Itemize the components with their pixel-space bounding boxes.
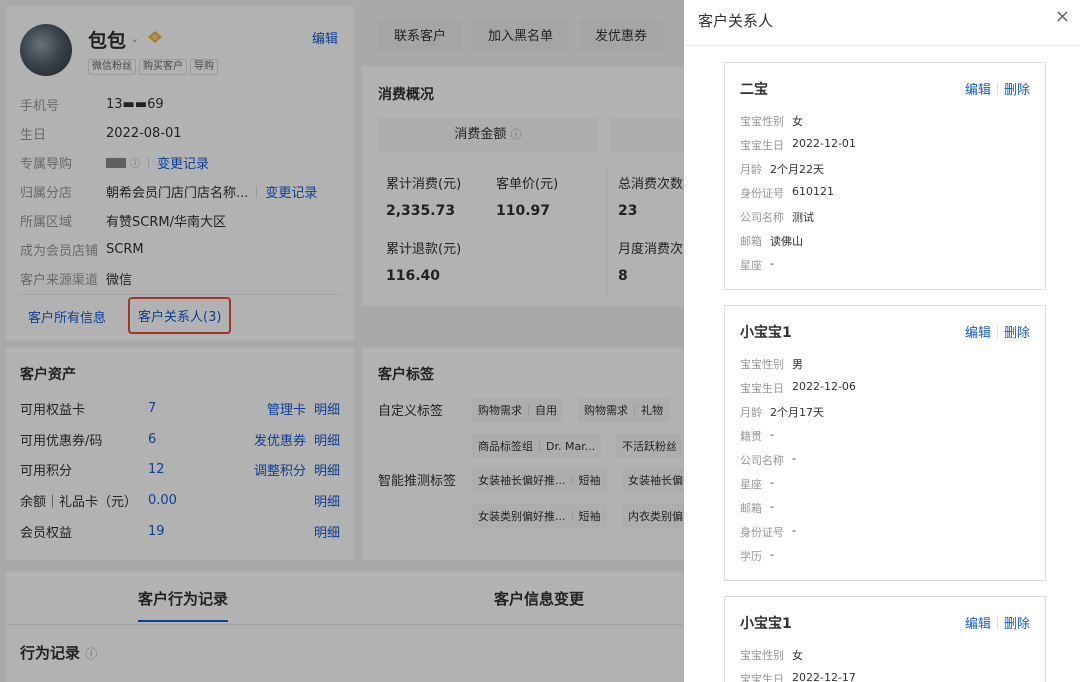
- field-value: 女: [792, 115, 803, 128]
- field-key: 星座: [740, 478, 762, 491]
- contact-field: 学历 -: [740, 548, 774, 564]
- contact-field: 身份证号 -: [740, 524, 796, 540]
- contact-card: 二宝 编辑 删除 宝宝性别女 宝宝生日 2022-12-01 月龄 2个月22天 身…: [724, 62, 1046, 290]
- contact-name: 二宝: [740, 82, 768, 98]
- field-value: -: [792, 524, 796, 537]
- delete-contact-link[interactable]: 删除: [1004, 79, 1030, 98]
- field-value: 测试: [792, 211, 814, 224]
- field-value: 2个月17天: [770, 406, 824, 419]
- field-key: 公司名称: [740, 454, 784, 467]
- field-value: -: [792, 452, 796, 465]
- drawer-title: 客户关系人: [698, 12, 774, 30]
- contact-field: 宝宝性别女: [740, 113, 803, 129]
- field-key: 宝宝性别: [740, 115, 784, 128]
- field-value: -: [770, 257, 774, 270]
- field-value: 2022-12-17: [792, 671, 856, 682]
- field-key: 宝宝生日: [740, 673, 784, 682]
- contact-field: 宝宝生日 2022-12-06: [740, 380, 856, 396]
- contacts-drawer: 客户关系人 × 二宝 编辑 删除 宝宝性别女 宝宝生日 2022-12-01 月龄…: [684, 0, 1080, 682]
- field-key: 身份证号: [740, 526, 784, 539]
- contact-card: 小宝宝1 编辑 删除 宝宝性别女 宝宝生日 2022-12-17: [724, 596, 1046, 682]
- field-key: 月龄: [740, 163, 762, 176]
- contact-field: 宝宝生日 2022-12-01: [740, 137, 856, 153]
- contact-actions: 编辑 删除: [965, 322, 1030, 341]
- contact-field: 宝宝生日 2022-12-17: [740, 671, 856, 682]
- edit-contact-link[interactable]: 编辑: [965, 613, 991, 632]
- contact-actions: 编辑 删除: [965, 613, 1030, 632]
- field-key: 月龄: [740, 406, 762, 419]
- field-key: 籍贯: [740, 430, 762, 443]
- field-key: 星座: [740, 259, 762, 272]
- field-key: 公司名称: [740, 211, 784, 224]
- field-key: 宝宝生日: [740, 382, 784, 395]
- field-value: -: [770, 548, 774, 561]
- field-value: -: [770, 428, 774, 441]
- field-key: 邮箱: [740, 235, 762, 248]
- field-value: -: [770, 476, 774, 489]
- contact-field: 籍贯 -: [740, 428, 774, 444]
- field-value: 男: [792, 358, 803, 371]
- field-value: 2个月22天: [770, 163, 824, 176]
- contact-field: 公司名称 -: [740, 452, 796, 468]
- field-value: -: [770, 500, 774, 513]
- divider: [684, 45, 1080, 46]
- contact-field: 宝宝性别女: [740, 647, 803, 663]
- contact-field: 星座 -: [740, 476, 774, 492]
- field-key: 身份证号: [740, 187, 784, 200]
- field-value: 女: [792, 649, 803, 662]
- contact-name: 小宝宝1: [740, 616, 792, 632]
- contact-field: 身份证号 610121: [740, 185, 834, 201]
- field-value: 读佛山: [770, 235, 803, 248]
- field-value: 2022-12-06: [792, 380, 856, 393]
- delete-contact-link[interactable]: 删除: [1004, 613, 1030, 632]
- contact-field: 月龄 2个月22天: [740, 161, 824, 177]
- edit-contact-link[interactable]: 编辑: [965, 322, 991, 341]
- field-key: 宝宝生日: [740, 139, 784, 152]
- field-key: 宝宝性别: [740, 649, 784, 662]
- field-value: 610121: [792, 185, 834, 198]
- contact-field: 宝宝性别男: [740, 356, 803, 372]
- field-key: 宝宝性别: [740, 358, 784, 371]
- contact-field: 星座 -: [740, 257, 774, 273]
- contact-card: 小宝宝1 编辑 删除 宝宝性别男 宝宝生日 2022-12-06 月龄 2个月17天…: [724, 305, 1046, 581]
- close-icon[interactable]: ×: [1055, 6, 1070, 27]
- contact-name: 小宝宝1: [740, 325, 792, 341]
- contact-field: 公司名称 测试: [740, 209, 814, 225]
- field-key: 学历: [740, 550, 762, 563]
- field-key: 邮箱: [740, 502, 762, 515]
- contact-field: 邮箱 -: [740, 500, 774, 516]
- field-value: 2022-12-01: [792, 137, 856, 150]
- delete-contact-link[interactable]: 删除: [1004, 322, 1030, 341]
- contact-field: 月龄 2个月17天: [740, 404, 824, 420]
- contact-actions: 编辑 删除: [965, 79, 1030, 98]
- edit-contact-link[interactable]: 编辑: [965, 79, 991, 98]
- contact-field: 邮箱 读佛山: [740, 233, 803, 249]
